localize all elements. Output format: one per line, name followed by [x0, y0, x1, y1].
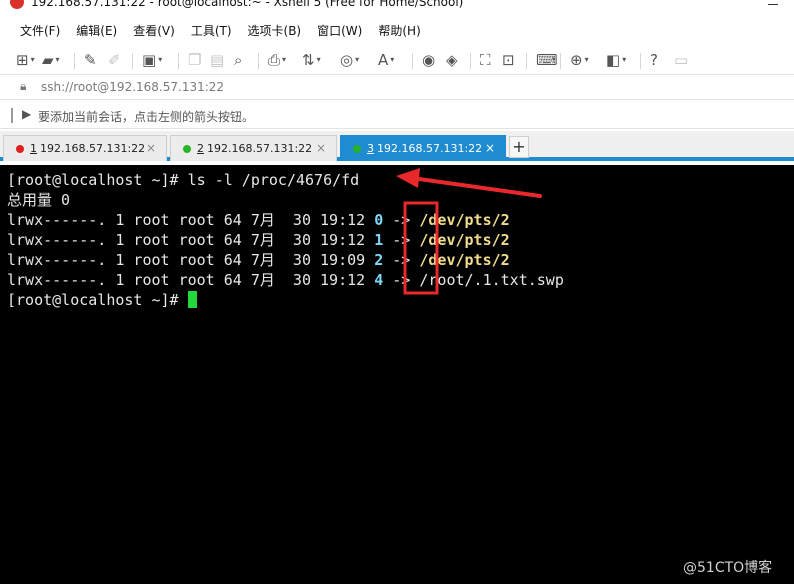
add-tab-button[interactable]: +: [509, 136, 529, 158]
transfer-icon[interactable]: ⇅ ▾: [302, 50, 321, 70]
keyboard-icon[interactable]: ⌨: [536, 50, 558, 70]
fd-number: 1: [374, 231, 384, 249]
connect-icon[interactable]: ✎: [84, 50, 97, 70]
fd-arrow: ->: [392, 211, 411, 229]
terminal-cursor: [187, 291, 197, 308]
menu-tabs[interactable]: 选项卡(B): [240, 19, 310, 42]
tab-session-1[interactable]: 1 192.168.57.131:22 ×: [3, 135, 167, 161]
fd-entry: lrwx------. 1 root root 64 7月 30 19:12 0…: [7, 210, 794, 230]
print-icon[interactable]: ⎙ ▾: [268, 50, 286, 70]
status-dot-icon: [16, 144, 24, 153]
fd-entry: lrwx------. 1 root root 64 7月 30 19:12 4…: [7, 270, 794, 290]
fd-target: /dev/pts/2: [419, 251, 510, 269]
tab-session-2[interactable]: 2 192.168.57.131:22 ×: [170, 135, 337, 161]
menu-tools[interactable]: 工具(T): [183, 19, 240, 42]
fd-entry: lrwx------. 1 root root 64 7月 30 19:12 1…: [7, 230, 794, 250]
minimize-icon[interactable]: [768, 4, 778, 5]
globe-icon[interactable]: ◎ ▾: [340, 50, 359, 70]
terminal-area[interactable]: [root@localhost ~]# ls -l /proc/4676/fd …: [0, 165, 794, 584]
chat-icon: ▭: [674, 51, 689, 69]
menu-window[interactable]: 窗口(W): [309, 19, 370, 42]
fd-perms: lrwx------. 1 root root 64 7月 30 19:12: [7, 211, 366, 229]
tab-number: 3: [367, 142, 374, 155]
help-icon[interactable]: ?: [650, 50, 658, 70]
tab-label: 192.168.57.131:22: [377, 142, 483, 155]
tab-session-3[interactable]: 3 192.168.57.131:22 ×: [340, 135, 506, 161]
font-icon[interactable]: A ▾: [378, 50, 394, 70]
fd-perms: lrwx------. 1 root root 64 7月 30 19:12: [7, 271, 366, 289]
window-title: 192.168.57.131:22 - root@localhost:~ - X…: [31, 0, 464, 9]
fd-perms: lrwx------. 1 root root 64 7月 30 19:09: [7, 251, 366, 269]
session-hint-bar: ▶ 要添加当前会话，点击左侧的箭头按钮。: [0, 103, 794, 129]
fd-target: /root/.1.txt.swp: [419, 271, 564, 289]
address-field[interactable]: ssh://root@192.168.57.131:22: [41, 80, 224, 94]
status-dot-icon: [353, 144, 361, 153]
watermark: @51CTO博客: [683, 560, 773, 576]
open-folder-icon[interactable]: ▰ ▾: [42, 50, 60, 70]
fd-arrow: ->: [392, 231, 411, 249]
copy-icon: ❐: [188, 51, 202, 69]
close-icon[interactable]: ×: [316, 141, 326, 155]
fd-perms: lrwx------. 1 root root 64 7月 30 19:12: [7, 231, 366, 249]
menu-bar: 文件(F) 编辑(E) 查看(V) 工具(T) 选项卡(B) 窗口(W) 帮助(…: [0, 18, 794, 42]
toolbar: ⊞ ▾ ▰ ▾ ✎ ✐ ▣ ▾ ❐ ▤ ⌕ ⎙ ▾ ⇅ ▾ ◎ ▾ A ▾ ◉ ◈ ⛶ ⊡ ⌨…: [0, 45, 794, 75]
layout-icon[interactable]: ◧ ▾: [606, 50, 626, 70]
prompt-line: [root@localhost ~]#: [7, 290, 794, 310]
xshell-app-icon: [10, 0, 24, 9]
find-icon[interactable]: ⌕: [234, 50, 242, 70]
command-line: [root@localhost ~]# ls -l /proc/4676/fd: [7, 171, 360, 189]
session-tab-bar: 1 192.168.57.131:22 × 2 192.168.57.131:2…: [0, 131, 794, 161]
fd-arrow: ->: [392, 271, 411, 289]
fullscreen-icon[interactable]: ⛶: [480, 50, 491, 70]
new-tab-icon[interactable]: ⊕ ▾: [570, 50, 589, 70]
lock-screen-icon[interactable]: ⊡: [502, 50, 515, 70]
menu-edit[interactable]: 编辑(E): [68, 19, 125, 42]
fd-number: 2: [374, 251, 384, 269]
add-session-arrow-icon[interactable]: ▶: [22, 107, 31, 121]
session-hint-text: 要添加当前会话，点击左侧的箭头按钮。: [38, 110, 255, 124]
fd-entry: lrwx------. 1 root root 64 7月 30 19:09 2…: [7, 250, 794, 270]
fd-number: 0: [374, 211, 384, 229]
fd-arrow: ->: [392, 251, 411, 269]
total-line: 总用量 0: [7, 191, 71, 209]
prompt-text: [root@localhost ~]#: [7, 291, 188, 309]
new-session-icon[interactable]: ⊞ ▾: [16, 50, 35, 70]
fd-target: /dev/pts/2: [419, 231, 510, 249]
close-icon[interactable]: ×: [485, 141, 495, 155]
menu-view[interactable]: 查看(V): [125, 19, 183, 42]
menu-file[interactable]: 文件(F): [12, 19, 68, 42]
fd-number: 4: [374, 271, 384, 289]
properties-icon[interactable]: ▣ ▾: [142, 50, 162, 70]
xftp-icon[interactable]: ◉: [422, 50, 435, 70]
grip-icon: [11, 108, 13, 123]
tab-number: 2: [197, 142, 204, 155]
fd-target: /dev/pts/2: [419, 211, 510, 229]
close-icon[interactable]: ×: [146, 141, 156, 155]
address-bar: 🔒︎ ssh://root@192.168.57.131:22: [0, 76, 794, 100]
lock-icon: 🔒︎: [20, 79, 27, 93]
title-bar: 192.168.57.131:22 - root@localhost:~ - X…: [0, 0, 794, 14]
tab-number: 1: [30, 142, 37, 155]
tab-label: 192.168.57.131:22: [207, 142, 313, 155]
menu-help[interactable]: 帮助(H): [370, 19, 428, 42]
tab-label: 192.168.57.131:22: [40, 142, 146, 155]
xmanager-icon[interactable]: ◈: [446, 50, 458, 70]
disconnect-icon: ✐: [108, 51, 121, 69]
paste-icon: ▤: [210, 51, 225, 69]
status-dot-icon: [183, 144, 191, 153]
